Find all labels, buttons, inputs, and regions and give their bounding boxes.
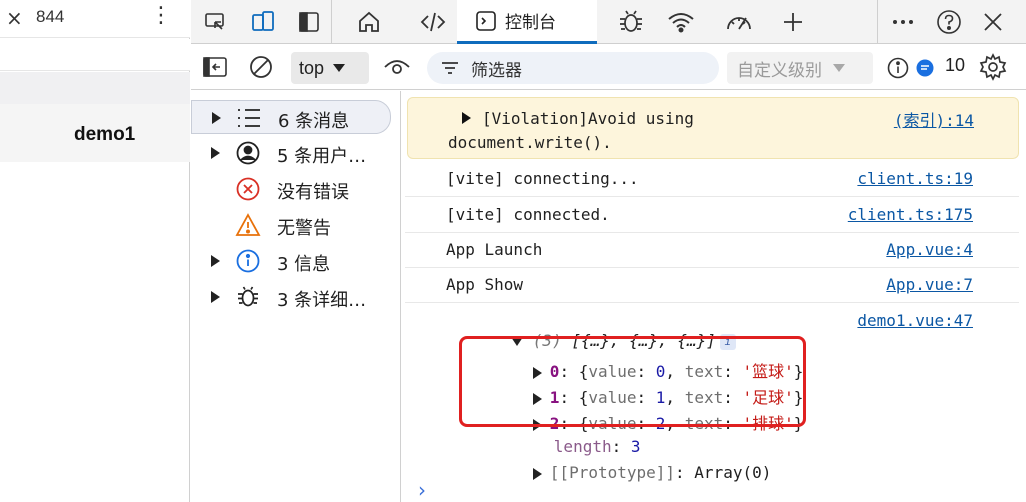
tab-console[interactable]: 控制台 (457, 0, 597, 44)
prototype-key: [[Prototype]] (549, 463, 676, 482)
filter-placeholder: 筛选器 (471, 60, 522, 81)
sidebar-item-label: 3 条详细… (277, 290, 367, 311)
sidebar-item-info[interactable]: 3 信息 (191, 244, 401, 278)
devtools-toolbar: 控制台 (191, 0, 1026, 44)
more-options-icon[interactable]: ⋮ (150, 3, 172, 28)
toggle-sidebar-icon[interactable] (199, 51, 231, 83)
error-icon (235, 177, 261, 201)
expand-arrow-icon[interactable] (211, 291, 220, 303)
sidebar-item-label: 5 条用户… (277, 146, 367, 167)
preview-band (0, 72, 190, 104)
source-link[interactable]: App.vue:7 (886, 275, 973, 294)
sidebar-item-label: 没有错误 (277, 182, 349, 203)
tab-console-label: 控制台 (505, 13, 556, 33)
sidebar-item-errors[interactable]: 没有错误 (191, 172, 401, 206)
expand-arrow-icon[interactable] (462, 112, 471, 124)
source-link[interactable]: App.vue:4 (886, 240, 973, 259)
console-icon (476, 10, 496, 31)
close-icon[interactable] (977, 6, 1009, 38)
toolbar-divider (877, 0, 878, 44)
sidebar-item-label: 6 条消息 (278, 111, 350, 132)
context-value: top (299, 57, 325, 78)
filter-icon (442, 62, 458, 74)
expand-arrow-icon[interactable] (532, 467, 542, 480)
log-message[interactable]: App Show App.vue:7 (405, 268, 1019, 303)
log-message-text: [vite] connecting... (446, 169, 639, 188)
log-message[interactable]: [vite] connected. client.ts:175 (405, 197, 1019, 233)
device-preview-topbar: × 844 ⋮ (0, 0, 190, 38)
violation-text-line2: document.write(). (448, 133, 612, 152)
violation-text-line1: [Violation]Avoid using (482, 109, 694, 128)
chevron-down-icon (333, 64, 346, 72)
sidebar-item-warnings[interactable]: 无警告 (191, 208, 401, 242)
expand-arrow-icon[interactable] (211, 147, 220, 159)
user-icon (235, 141, 261, 165)
dock-side-icon[interactable] (293, 6, 325, 38)
issue-count[interactable]: 10 (945, 55, 965, 76)
settings-gear-icon[interactable] (977, 51, 1009, 83)
log-message-text: App Show (446, 275, 524, 294)
network-wifi-icon[interactable] (665, 6, 697, 38)
sidebar-item-messages[interactable]: 6 条消息 (191, 100, 391, 134)
log-message-text: [vite] connected. (446, 205, 610, 224)
console-sidebar: 6 条消息 5 条用户… 没有错误 无警告 3 信息 3 条详细… (191, 91, 401, 502)
source-link[interactable]: client.ts:19 (857, 169, 973, 188)
console-prompt-icon[interactable]: › (418, 478, 426, 502)
more-options-icon[interactable] (887, 6, 919, 38)
toolbar-divider (331, 0, 332, 44)
warning-icon (235, 213, 261, 237)
list-icon (236, 106, 262, 130)
sidebar-item-label: 3 信息 (277, 254, 331, 275)
sidebar-item-user-messages[interactable]: 5 条用户… (191, 136, 401, 170)
log-levels-value: 自定义级别 (737, 60, 822, 81)
chevron-down-icon (833, 64, 845, 72)
verbose-bug-icon (235, 285, 261, 309)
info-icon (235, 249, 261, 273)
array-prototype[interactable]: [[Prototype]]: Array(0) (475, 444, 771, 501)
log-message-text: App Launch (446, 240, 543, 259)
source-link[interactable]: client.ts:175 (848, 205, 973, 224)
performance-gauge-icon[interactable] (723, 6, 755, 38)
context-select[interactable]: top (291, 52, 369, 84)
expand-arrow-icon[interactable] (211, 255, 220, 267)
log-message[interactable]: App Launch App.vue:4 (405, 233, 1019, 268)
sidebar-item-label: 无警告 (277, 218, 331, 239)
sidebar-item-verbose[interactable]: 3 条详细… (191, 280, 401, 314)
source-link[interactable]: (索引):14 (894, 107, 974, 131)
clear-console-icon[interactable] (245, 51, 277, 83)
violation-message[interactable]: [Violation]Avoid using document.write().… (407, 97, 1019, 159)
expand-arrow-icon[interactable] (212, 112, 221, 124)
close-icon[interactable]: × (6, 6, 23, 30)
more-tools-plus-icon[interactable] (777, 6, 809, 38)
elements-code-icon[interactable] (417, 6, 449, 38)
page-title: demo1 (74, 124, 136, 145)
inspect-element-icon[interactable] (199, 6, 231, 38)
info-circle-icon[interactable] (885, 52, 911, 84)
issues-chat-icon[interactable] (913, 52, 937, 84)
prototype-value: Array(0) (694, 463, 772, 482)
console-filter-bar: top 筛选器 自定义级别 10 (191, 45, 1026, 90)
device-toolbar-icon[interactable] (247, 6, 279, 38)
preview-band (0, 39, 190, 71)
help-icon[interactable] (933, 6, 965, 38)
annotation-highlight-box (459, 336, 806, 427)
device-width-value[interactable]: 844 (36, 7, 64, 27)
live-expression-eye-icon[interactable] (381, 51, 413, 83)
log-levels-select[interactable]: 自定义级别 (727, 52, 873, 84)
welcome-home-icon[interactable] (353, 6, 385, 38)
source-link[interactable]: demo1.vue:47 (857, 311, 973, 330)
sources-bug-icon[interactable] (615, 6, 647, 38)
filter-input[interactable]: 筛选器 (427, 52, 719, 84)
log-message[interactable]: [vite] connecting... client.ts:19 (405, 161, 1019, 197)
console-output: [Violation]Avoid using document.write().… (405, 91, 1026, 502)
